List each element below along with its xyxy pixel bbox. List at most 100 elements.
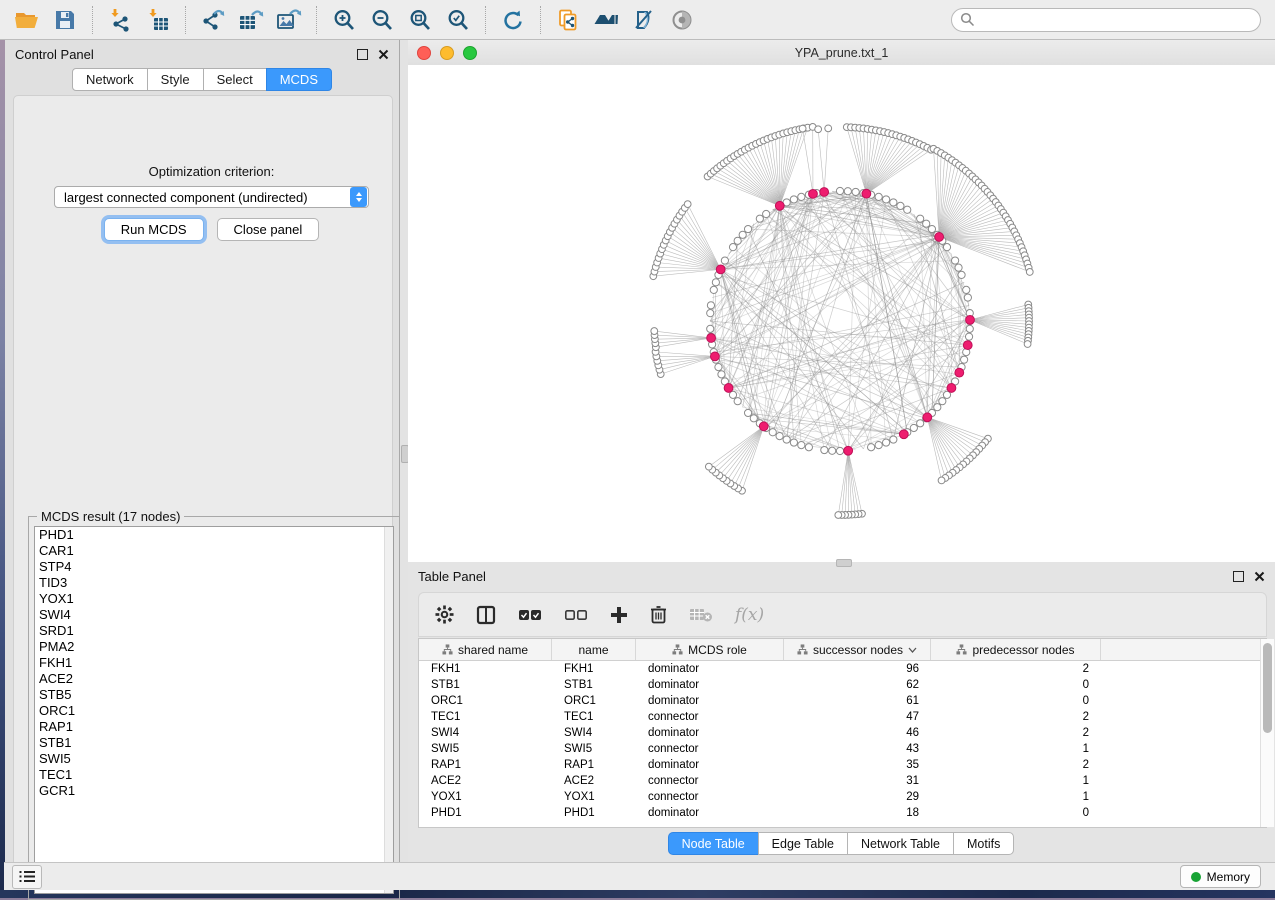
search-input[interactable] <box>975 12 1252 28</box>
dominator-node[interactable] <box>716 265 725 274</box>
table-row[interactable]: FKH1FKH1dominator962 <box>419 661 1266 677</box>
delete-row-icon[interactable] <box>650 605 667 624</box>
dominator-node[interactable] <box>809 189 818 198</box>
delete-table-icon[interactable] <box>689 606 713 623</box>
float-panel-icon[interactable] <box>1233 571 1244 582</box>
mcds-result-item[interactable]: SRD1 <box>35 623 393 639</box>
mcds-result-item[interactable]: TEC1 <box>35 767 393 783</box>
mcds-result-item[interactable]: TID3 <box>35 575 393 591</box>
leaf-node[interactable] <box>825 125 832 132</box>
mcds-result-item[interactable]: CAR1 <box>35 543 393 559</box>
search-box[interactable] <box>951 8 1261 32</box>
dominator-node[interactable] <box>707 334 716 343</box>
ring-node[interactable] <box>734 398 741 405</box>
mcds-list-scrollbar[interactable] <box>384 527 393 893</box>
mcds-result-item[interactable]: GCR1 <box>35 783 393 799</box>
ring-node[interactable] <box>965 333 972 340</box>
network-window-titlebar[interactable]: YPA_prune.txt_1 <box>408 40 1275 66</box>
ring-node[interactable] <box>707 302 714 309</box>
deselect-all-icon[interactable] <box>564 607 588 623</box>
column-header-successor-nodes[interactable]: successor nodes <box>784 639 931 660</box>
ring-node[interactable] <box>875 442 882 449</box>
leaf-node[interactable] <box>1024 341 1031 348</box>
mcds-result-item[interactable]: STP4 <box>35 559 393 575</box>
table-row[interactable]: SWI4SWI4dominator462 <box>419 725 1266 741</box>
zoom-out-icon[interactable] <box>367 5 397 35</box>
ring-node[interactable] <box>734 237 741 244</box>
table-row[interactable]: YOX1YOX1connector291 <box>419 789 1266 805</box>
ring-node[interactable] <box>707 310 714 317</box>
tab-network[interactable]: Network <box>72 68 148 91</box>
ring-node[interactable] <box>964 294 971 301</box>
close-panel-icon[interactable] <box>378 49 389 60</box>
ring-node[interactable] <box>917 420 924 427</box>
ring-node[interactable] <box>739 231 746 238</box>
mcds-result-item[interactable]: PMA2 <box>35 639 393 655</box>
zoom-selected-icon[interactable] <box>443 5 473 35</box>
ring-node[interactable] <box>952 257 959 264</box>
close-panel-button[interactable]: Close panel <box>217 218 320 241</box>
dominator-node[interactable] <box>844 446 853 455</box>
run-mcds-button[interactable]: Run MCDS <box>104 218 204 241</box>
dominator-node[interactable] <box>820 188 829 197</box>
horizontal-splitter-handle[interactable] <box>836 559 852 567</box>
leaf-node[interactable] <box>684 201 691 208</box>
ring-node[interactable] <box>805 444 812 451</box>
ring-node[interactable] <box>917 215 924 222</box>
ring-node[interactable] <box>836 187 843 194</box>
hide-details-icon[interactable] <box>629 5 659 35</box>
add-row-icon[interactable] <box>610 606 628 624</box>
ring-node[interactable] <box>729 244 736 251</box>
tab-node-table[interactable]: Node Table <box>668 832 759 855</box>
ring-node[interactable] <box>875 193 882 200</box>
ring-node[interactable] <box>943 244 950 251</box>
zoom-in-icon[interactable] <box>329 5 359 35</box>
apply-layout-icon[interactable] <box>498 5 528 35</box>
tab-network-table[interactable]: Network Table <box>847 832 954 855</box>
dominator-node[interactable] <box>899 430 908 439</box>
ring-node[interactable] <box>882 439 889 446</box>
ring-node[interactable] <box>852 188 859 195</box>
select-all-icon[interactable] <box>518 607 542 623</box>
mcds-result-item[interactable]: FKH1 <box>35 655 393 671</box>
ring-node[interactable] <box>928 225 935 232</box>
tab-motifs[interactable]: Motifs <box>953 832 1014 855</box>
dominator-node[interactable] <box>947 384 956 393</box>
ring-node[interactable] <box>756 215 763 222</box>
leaf-node[interactable] <box>705 463 712 470</box>
tab-edge-table[interactable]: Edge Table <box>758 832 848 855</box>
ring-node[interactable] <box>966 325 973 332</box>
ring-node[interactable] <box>712 279 719 286</box>
open-session-icon[interactable] <box>12 5 42 35</box>
dominator-node[interactable] <box>862 189 871 198</box>
column-header-MCDS-role[interactable]: MCDS role <box>636 639 784 660</box>
ring-node[interactable] <box>790 439 797 446</box>
ring-node[interactable] <box>955 264 962 271</box>
ring-node[interactable] <box>890 199 897 206</box>
ring-node[interactable] <box>904 206 911 213</box>
table-row[interactable]: RAP1RAP1dominator352 <box>419 757 1266 773</box>
leaf-node[interactable] <box>651 328 658 335</box>
dominator-node[interactable] <box>724 384 733 393</box>
show-columns-icon[interactable] <box>476 605 496 625</box>
ring-node[interactable] <box>718 371 725 378</box>
mcds-result-item[interactable]: SWI4 <box>35 607 393 623</box>
leaf-node[interactable] <box>938 477 945 484</box>
ring-node[interactable] <box>910 424 917 431</box>
ring-node[interactable] <box>963 286 970 293</box>
dominator-node[interactable] <box>759 422 768 431</box>
ring-node[interactable] <box>750 415 757 422</box>
ring-node[interactable] <box>961 356 968 363</box>
ring-node[interactable] <box>744 225 751 232</box>
ring-node[interactable] <box>798 193 805 200</box>
mcds-result-item[interactable]: ORC1 <box>35 703 393 719</box>
ring-node[interactable] <box>821 446 828 453</box>
network-canvas[interactable] <box>408 65 1275 562</box>
ring-node[interactable] <box>769 429 776 436</box>
ring-node[interactable] <box>829 447 836 454</box>
clone-network-icon[interactable] <box>553 5 583 35</box>
mcds-result-item[interactable]: ACE2 <box>35 671 393 687</box>
ring-node[interactable] <box>776 433 783 440</box>
show-details-icon[interactable] <box>667 5 697 35</box>
ring-node[interactable] <box>868 444 875 451</box>
